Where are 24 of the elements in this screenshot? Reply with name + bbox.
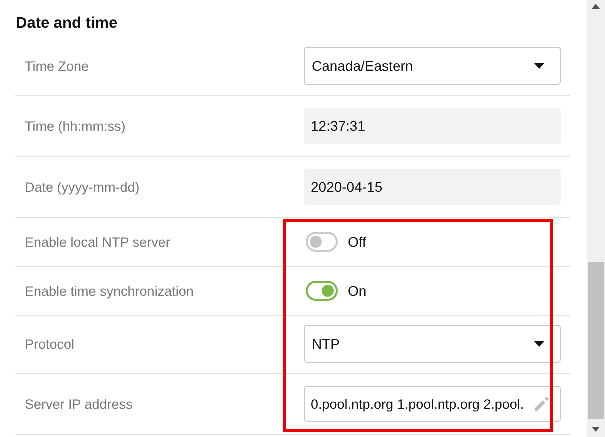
field-label: Time Zone — [24, 58, 90, 74]
scroll-thumb[interactable] — [588, 262, 604, 419]
toggle-state: Off — [348, 234, 366, 250]
section-title: Date and time — [15, 14, 119, 34]
field-label: Time (hh:mm:ss) — [24, 118, 127, 134]
toggle-state: On — [348, 283, 367, 299]
field-label: Protocol — [24, 336, 76, 352]
input-field[interactable]: 0.pool.ntp.org 1.pool.ntp.org 2.pool. — [304, 386, 561, 422]
scroll-up-icon[interactable] — [592, 4, 600, 9]
dropdown[interactable]: NTP — [304, 325, 561, 363]
pencil-icon[interactable] — [534, 396, 550, 412]
scroll-down-icon[interactable] — [592, 427, 600, 432]
scrollbar[interactable] — [587, 0, 605, 437]
field-label: Date (yyyy-mm-dd) — [24, 180, 141, 194]
caret-icon — [534, 341, 545, 347]
toggle-switch[interactable] — [306, 232, 338, 252]
dropdown[interactable]: Canada/Eastern — [304, 47, 561, 85]
field-label: Server IP address — [24, 396, 134, 412]
field-label: Enable time synchronization — [24, 284, 195, 298]
readonly-field: 12:37:31 — [304, 108, 561, 144]
caret-icon — [534, 63, 545, 69]
field-label: Enable local NTP server — [24, 234, 172, 250]
toggle-switch[interactable] — [306, 281, 338, 301]
readonly-field: 2020-04-15 — [304, 169, 561, 205]
